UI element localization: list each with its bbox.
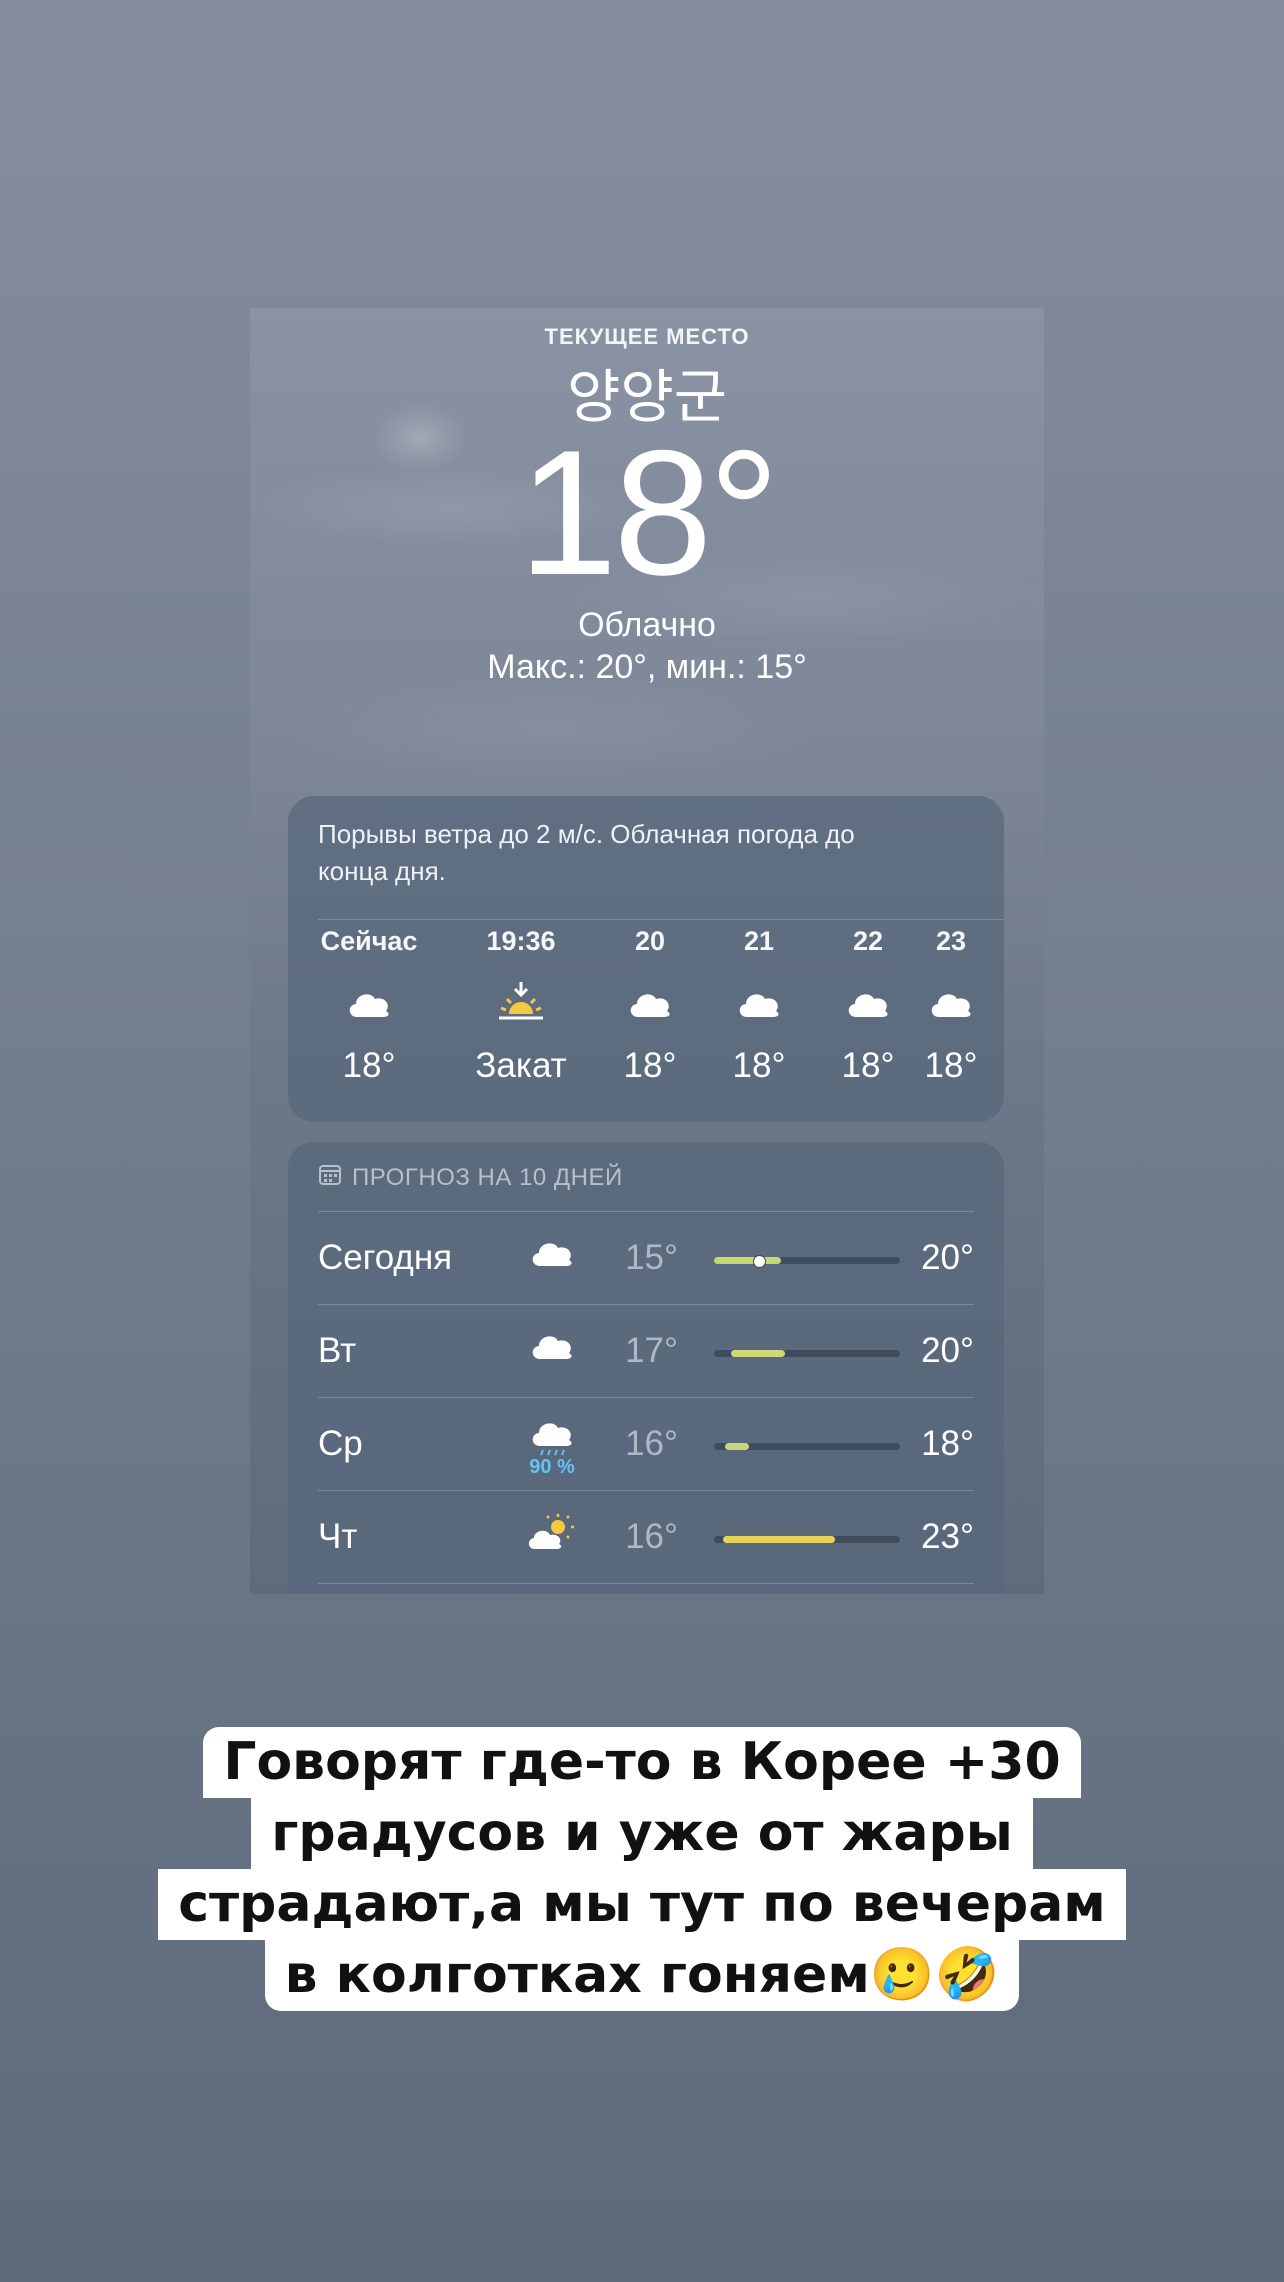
range-fill	[723, 1536, 835, 1543]
weather-screenshot: ТЕКУЩЕЕ МЕСТО 양양군 18° Облачно Макс.: 20°…	[250, 308, 1044, 1594]
hour-item[interactable]: Сейчас 18°	[304, 926, 434, 1086]
hour-item[interactable]: 23 18°	[896, 926, 1006, 1086]
day-row[interactable]: Ср 90 % 16° 18°	[288, 1398, 1004, 1490]
hourly-forecast-card[interactable]: Порывы ветра до 2 м/с. Облачная погода д…	[288, 796, 1004, 1122]
temperature-range-bar	[714, 1255, 900, 1268]
current-temp-dot	[752, 1255, 766, 1268]
divider	[318, 1583, 974, 1584]
day-name: Чт	[318, 1517, 358, 1556]
day-low: 16°	[625, 1424, 678, 1463]
day-low: 16°	[625, 1517, 678, 1556]
hour-temp: Закат	[475, 1046, 567, 1085]
day-high: 20°	[921, 1331, 974, 1370]
hour-item[interactable]: 19:36 Закат	[456, 926, 586, 1086]
day-high: 18°	[921, 1424, 974, 1463]
day-high: 23°	[921, 1517, 974, 1556]
hour-time: 19:36	[486, 926, 556, 956]
daily-forecast-title: ПРОГНОЗ НА 10 ДНЕЙ	[352, 1163, 623, 1191]
forecast-summary: Порывы ветра до 2 м/с. Облачная погода д…	[318, 819, 855, 886]
range-fill	[730, 1350, 785, 1357]
caption-line: в колготках гоняем🥲🤣	[0, 1940, 1284, 2011]
sunset-icon	[456, 978, 586, 1026]
range-fill	[725, 1443, 750, 1450]
temperature-range-bar	[714, 1536, 900, 1543]
day-name: Вт	[318, 1331, 357, 1370]
current-condition: Облачно	[578, 606, 716, 644]
daily-forecast-header: ПРОГНОЗ НА 10 ДНЕЙ	[318, 1162, 623, 1193]
day-row[interactable]: Сегодня 15° 20°	[288, 1212, 1004, 1304]
hour-time: Сейчас	[320, 926, 418, 956]
day-high: 20°	[921, 1238, 974, 1277]
daily-forecast-card[interactable]: ПРОГНОЗ НА 10 ДНЕЙ Сегодня 15° 20° Вт 17…	[288, 1142, 1004, 1594]
day-row[interactable]: Вт 17° 20°	[288, 1305, 1004, 1397]
location-label: ТЕКУЩЕЕ МЕСТО	[544, 324, 750, 349]
hour-temp: 18°	[342, 1046, 396, 1085]
current-temperature: 18°	[518, 413, 779, 612]
caption-line: градусов и уже от жары	[0, 1798, 1284, 1869]
cloud-icon	[896, 978, 1006, 1026]
partly-sunny-icon	[522, 1513, 582, 1563]
calendar-icon	[318, 1162, 342, 1193]
day-low: 17°	[625, 1331, 678, 1370]
cloud-icon	[522, 1327, 582, 1377]
range-fill	[714, 1257, 781, 1264]
divider	[318, 919, 1004, 920]
hour-temp: 18°	[924, 1046, 978, 1085]
day-name: Сегодня	[318, 1238, 453, 1277]
precipitation-chance: 90 %	[529, 1456, 575, 1478]
day-low: 15°	[625, 1238, 678, 1277]
caption-line: Говорят где-то в Корее +30	[0, 1727, 1284, 1798]
caption-line: страдают,а мы тут по вечерам	[0, 1869, 1284, 1940]
temperature-range: Макс.: 20°, мин.: 15°	[487, 648, 807, 686]
cloud-icon	[304, 978, 434, 1026]
temperature-range-bar	[714, 1443, 900, 1450]
temperature-range-bar	[714, 1350, 900, 1357]
story-caption: Говорят где-то в Корее +30 градусов и уж…	[0, 1727, 1284, 2011]
day-row[interactable]: Чт 16° 23°	[288, 1491, 1004, 1583]
hour-time: 23	[935, 926, 967, 956]
cloud-icon	[522, 1234, 582, 1284]
day-name: Ср	[318, 1424, 363, 1463]
